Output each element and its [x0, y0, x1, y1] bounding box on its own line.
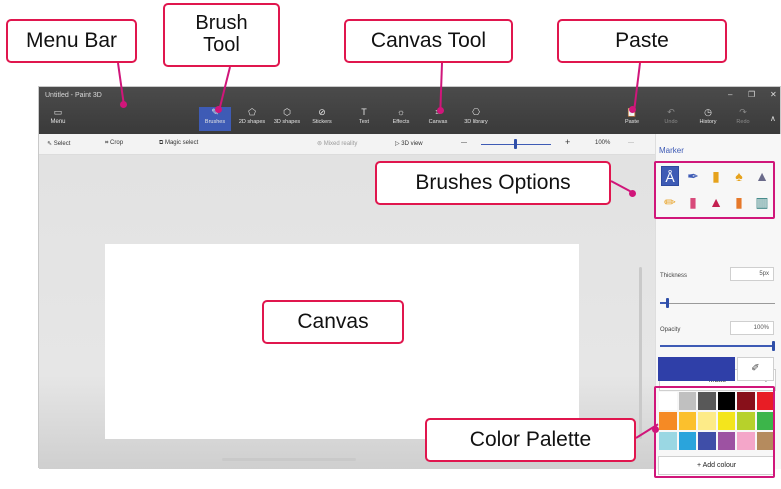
horizontal-scrollbar[interactable]	[222, 458, 356, 461]
select-label: Select	[53, 141, 71, 147]
collapse-ribbon-icon[interactable]: ∧	[770, 114, 776, 123]
stickers-icon: ⊘	[318, 107, 326, 117]
3d-view-label: 3D view	[401, 141, 423, 147]
opacity-slider-fill	[660, 345, 775, 347]
magic-select-button[interactable]: ⧉ Magic select	[159, 140, 198, 147]
crop-button[interactable]: ⌗ Crop	[105, 140, 123, 147]
window-title: Untitled - Paint 3D	[45, 92, 102, 99]
canvas-tool-pointer-dot	[437, 107, 444, 114]
color-palette-highlight	[654, 386, 775, 478]
history-icon: ◷	[704, 107, 712, 117]
zoom-level: 100%	[595, 140, 611, 146]
vertical-scrollbar[interactable]	[639, 267, 642, 439]
current-colour-swatch[interactable]	[658, 357, 735, 381]
redo-icon: ↷	[739, 107, 747, 117]
tool-effects[interactable]: ☼ Effects	[388, 107, 414, 131]
color-palette-pointer-dot	[652, 426, 659, 433]
callout-brush-tool: Brush Tool	[163, 3, 280, 67]
menu-icon: ▭	[53, 107, 63, 117]
close-icon[interactable]: ✕	[770, 90, 777, 99]
panel-title: Marker	[659, 146, 684, 155]
more-options-button[interactable]: ···	[628, 140, 634, 146]
mixed-reality-label: Mixed reality	[323, 141, 358, 147]
eyedropper-button[interactable]: ✐	[737, 357, 774, 381]
thickness-slider-track[interactable]	[660, 303, 775, 304]
effects-icon: ☼	[396, 107, 406, 117]
tool-label: 3D library	[464, 119, 488, 125]
brush-tool-pointer-dot	[215, 106, 222, 113]
callout-brushes-options: Brushes Options	[375, 161, 611, 205]
tool-label: Stickers	[312, 119, 332, 125]
menu-label: Menu	[50, 119, 66, 125]
tool-2d-shapes[interactable]: ⬠ 2D shapes	[235, 107, 269, 131]
tool-undo[interactable]: ↶ Undo	[659, 107, 683, 131]
magic-select-label: Magic select	[164, 140, 199, 146]
text-icon: T	[361, 107, 367, 117]
callout-paste: Paste	[557, 19, 727, 63]
paste-pointer-dot	[629, 106, 636, 113]
callout-color-palette: Color Palette	[425, 418, 636, 462]
callout-canvas: Canvas	[262, 300, 404, 344]
tool-3d-shapes[interactable]: ⬡ 3D shapes	[270, 107, 304, 131]
tool-label: History	[699, 119, 717, 125]
menu-button[interactable]: ▭ Menu	[45, 107, 71, 126]
maximize-icon[interactable]: ❐	[748, 90, 755, 99]
tool-label: Text	[358, 119, 370, 125]
callout-menu-bar: Menu Bar	[6, 19, 137, 63]
3d-view-button[interactable]: ▷ 3D view	[395, 140, 423, 147]
callout-canvas-tool: Canvas Tool	[344, 19, 513, 63]
thickness-field[interactable]: 5px	[730, 267, 774, 281]
minimize-icon[interactable]: –	[728, 90, 732, 99]
3d-shapes-icon: ⬡	[283, 107, 291, 117]
tool-label: 3D shapes	[273, 119, 301, 125]
mixed-reality-button[interactable]: ⊚ Mixed reality	[317, 140, 357, 147]
tool-stickers[interactable]: ⊘ Stickers	[307, 107, 337, 131]
callout-brush-tool-line1: Brush	[195, 12, 248, 34]
menu-bar-pointer-dot	[120, 101, 127, 108]
tool-redo[interactable]: ↷ Redo	[731, 107, 755, 131]
tool-history[interactable]: ◷ History	[695, 107, 721, 131]
tool-3d-library[interactable]: ⎔ 3D library	[459, 107, 493, 131]
opacity-slider-thumb[interactable]	[772, 341, 775, 351]
selection-toolbar: ⇖ Select ⌗ Crop ⧉ Magic select ⊚ Mixed r…	[39, 134, 655, 155]
tool-label: Redo	[736, 119, 750, 125]
eyedropper-icon: ✐	[751, 363, 760, 374]
brushes-options-highlight	[654, 161, 775, 219]
tool-label: Effects	[392, 119, 410, 125]
2d-shapes-icon: ⬠	[248, 107, 256, 117]
tool-text[interactable]: T Text	[351, 107, 377, 131]
zoom-in-button[interactable]: +	[565, 137, 570, 147]
tool-label: Undo	[664, 119, 678, 125]
menu-bar: Untitled - Paint 3D – ❐ ✕ ▭ Menu ✎ Brush…	[39, 87, 780, 134]
zoom-slider-thumb[interactable]	[514, 139, 517, 149]
brushes-options-pointer-dot	[629, 190, 636, 197]
opacity-field[interactable]: 100%	[730, 321, 774, 335]
tool-label: Brushes	[204, 119, 226, 125]
thickness-slider-thumb[interactable]	[666, 298, 669, 308]
select-button[interactable]: ⇖ Select	[47, 140, 70, 147]
mixed-reality-icon: ⊚	[317, 141, 324, 147]
undo-icon: ↶	[667, 107, 675, 117]
cursor-icon: ⇖	[47, 141, 54, 147]
thickness-label: Thickness	[660, 273, 688, 279]
tool-label: Canvas	[428, 119, 448, 125]
crop-label: Crop	[110, 140, 124, 146]
callout-brush-tool-line2: Tool	[203, 34, 240, 56]
tool-label: Paste	[624, 119, 640, 125]
opacity-label: Opacity	[660, 327, 681, 333]
zoom-out-button[interactable]: —	[461, 140, 467, 146]
annotated-screenshot: Untitled - Paint 3D – ❐ ✕ ▭ Menu ✎ Brush…	[0, 0, 781, 489]
tool-label: 2D shapes	[238, 119, 266, 125]
3d-library-icon: ⎔	[472, 107, 480, 117]
